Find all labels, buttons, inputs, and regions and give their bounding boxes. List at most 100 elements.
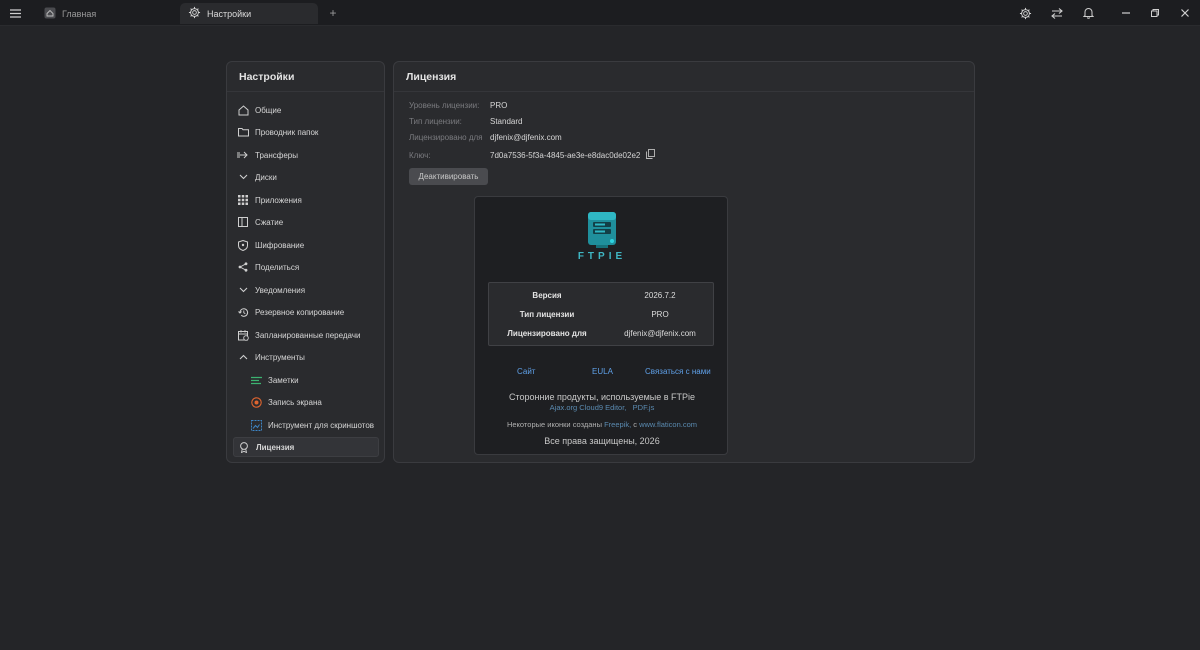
- record-icon: [250, 396, 262, 408]
- license-level-row: Уровень лицензии: PRO: [409, 98, 507, 112]
- sidebar-item-label: Трансферы: [255, 150, 298, 160]
- licensed-to-key: Лицензировано для: [507, 328, 587, 338]
- chevron-down-icon: [237, 284, 249, 296]
- chevron-down-icon: [237, 171, 249, 183]
- freepik-link[interactable]: Freepik,: [604, 420, 631, 429]
- license-type-key: Тип лицензии: [519, 309, 575, 319]
- sidebar-item-label: Общие: [255, 105, 282, 115]
- about-card: FTPIE Версия 2026.7.2 Тип лицензии PRO Л…: [474, 196, 728, 455]
- sidebar-item-label: Запланированные передачи: [255, 330, 361, 340]
- transfer-icon[interactable]: [1046, 3, 1068, 23]
- tab-settings-label: Настройки: [207, 8, 252, 19]
- version-value: 2026.7.2: [644, 290, 676, 300]
- tab-settings[interactable]: Настройки: [180, 3, 318, 24]
- restore-icon[interactable]: [1144, 3, 1166, 23]
- version-key: Версия: [532, 290, 562, 300]
- eula-link[interactable]: EULA: [592, 367, 613, 376]
- license-title: Лицензия: [394, 62, 974, 92]
- site-link[interactable]: Сайт: [517, 367, 535, 376]
- flaticon-link[interactable]: www.flaticon.com: [639, 420, 697, 429]
- sidebar-item-apps[interactable]: Приложения: [233, 190, 379, 210]
- sidebar-item-encryption[interactable]: Шифрование: [233, 235, 379, 255]
- tab-home-label: Главная: [62, 8, 97, 19]
- transfer-arrow-icon: [237, 149, 249, 161]
- license-type-val: PRO: [651, 309, 669, 319]
- licensed-to-value: djfenix@djfenix.com: [490, 132, 562, 142]
- sidebar-item-label: Уведомления: [255, 285, 306, 295]
- gear-icon: [188, 6, 201, 21]
- gear-icon[interactable]: [1014, 3, 1036, 23]
- bell-icon[interactable]: [1077, 3, 1099, 23]
- icons-mid: с: [633, 420, 637, 429]
- chevron-up-icon: [237, 351, 249, 363]
- sidebar-item-label: Поделиться: [255, 262, 300, 272]
- sidebar-item-folder-explorer[interactable]: Проводник папок: [233, 122, 379, 142]
- pdfjs-link[interactable]: PDF.js: [633, 403, 655, 412]
- sidebar-item-label: Инструмент для скриншотов: [268, 420, 375, 430]
- icons-credit: Некоторые иконки созданы Freepik, с www.…: [475, 420, 729, 429]
- sidebar-item-label: Диски: [255, 172, 277, 182]
- licensed-to-val: djfenix@djfenix.com: [624, 328, 696, 338]
- licensed-to-row: Лицензировано для djfenix@djfenix.com: [409, 130, 562, 144]
- sidebar-item-screenshot-tool[interactable]: Инструмент для скриншотов: [233, 415, 379, 435]
- minimize-icon[interactable]: [1115, 3, 1137, 23]
- sidebar-item-notes[interactable]: Заметки: [233, 370, 379, 390]
- tab-home[interactable]: Главная: [36, 3, 176, 24]
- ftpie-logo-icon: [588, 212, 616, 248]
- license-icon: [238, 441, 250, 453]
- about-links: Сайт EULA Связаться с нами: [475, 367, 729, 379]
- add-tab-button[interactable]: +: [324, 4, 342, 22]
- version-table: Версия 2026.7.2 Тип лицензии PRO Лицензи…: [488, 282, 714, 346]
- sidebar-item-tools[interactable]: Инструменты: [233, 347, 379, 367]
- calendar-icon: [237, 329, 249, 341]
- deactivate-button[interactable]: Деактивировать: [409, 168, 488, 185]
- copy-icon[interactable]: [646, 149, 656, 161]
- license-key-label: Ключ:: [409, 150, 431, 160]
- logo-text: FTPIE: [577, 251, 627, 262]
- licensed-to-label: Лицензировано для: [409, 132, 483, 142]
- table-row: Тип лицензии PRO: [489, 305, 715, 323]
- contact-link[interactable]: Связаться с нами: [645, 367, 711, 376]
- sidebar-item-screen-record[interactable]: Запись экрана: [233, 392, 379, 412]
- settings-sidebar: Настройки Общие Проводник папок Трансфер…: [226, 61, 385, 463]
- license-type-row: Тип лицензии: Standard: [409, 114, 522, 128]
- license-key-value: 7d0a7536-5f3a-4845-ae3e-e8dac0de02e2: [490, 150, 641, 160]
- sidebar-item-scheduled-transfers[interactable]: Запланированные передачи: [233, 325, 379, 345]
- share-icon: [237, 261, 249, 273]
- sidebar-item-label: Приложения: [255, 195, 302, 205]
- sidebar-item-label: Заметки: [268, 375, 299, 385]
- sidebar-item-label: Лицензия: [256, 442, 295, 452]
- history-icon: [237, 306, 249, 318]
- home-icon: [237, 104, 249, 116]
- sidebar-item-transfers[interactable]: Трансферы: [233, 145, 379, 165]
- sidebar-item-label: Шифрование: [255, 240, 305, 250]
- title-bar: Главная Настройки +: [0, 0, 1200, 26]
- close-icon[interactable]: [1174, 3, 1196, 23]
- shield-icon: [237, 239, 249, 251]
- notes-icon: [250, 374, 262, 386]
- license-type-label: Тип лицензии:: [409, 116, 462, 126]
- sidebar-item-general[interactable]: Общие: [233, 100, 379, 120]
- icons-prefix: Некоторые иконки созданы: [506, 420, 602, 429]
- sidebar-item-compression[interactable]: Сжатие: [233, 212, 379, 232]
- sidebar-item-license[interactable]: Лицензия: [233, 437, 379, 457]
- sidebar-item-label: Проводник папок: [255, 127, 319, 137]
- menu-icon[interactable]: [4, 3, 26, 23]
- license-panel: Лицензия Уровень лицензии: PRO Тип лицен…: [393, 61, 975, 463]
- sidebar-item-label: Инструменты: [255, 352, 305, 362]
- sidebar-item-disks[interactable]: Диски: [233, 167, 379, 187]
- app-logo: FTPIE: [475, 209, 729, 262]
- sidebar-item-share[interactable]: Поделиться: [233, 257, 379, 277]
- copyright-text: Все права защищены, 2026: [544, 436, 660, 446]
- ace-editor-link[interactable]: Ajax.org Cloud9 Editor,: [550, 403, 627, 412]
- sidebar-title: Настройки: [227, 62, 384, 92]
- archive-icon: [237, 216, 249, 228]
- third-party-title: Сторонние продукты, используемые в FTPie: [508, 392, 696, 402]
- grid-icon: [237, 194, 249, 206]
- third-party-links: Ajax.org Cloud9 Editor, PDF.js: [475, 403, 729, 412]
- license-level-value: PRO: [490, 100, 508, 110]
- sidebar-item-backup[interactable]: Резервное копирование: [233, 302, 379, 322]
- folder-icon: [237, 126, 249, 138]
- license-key-row: Ключ: 7d0a7536-5f3a-4845-ae3e-e8dac0de02…: [409, 148, 656, 162]
- sidebar-item-notifications[interactable]: Уведомления: [233, 280, 379, 300]
